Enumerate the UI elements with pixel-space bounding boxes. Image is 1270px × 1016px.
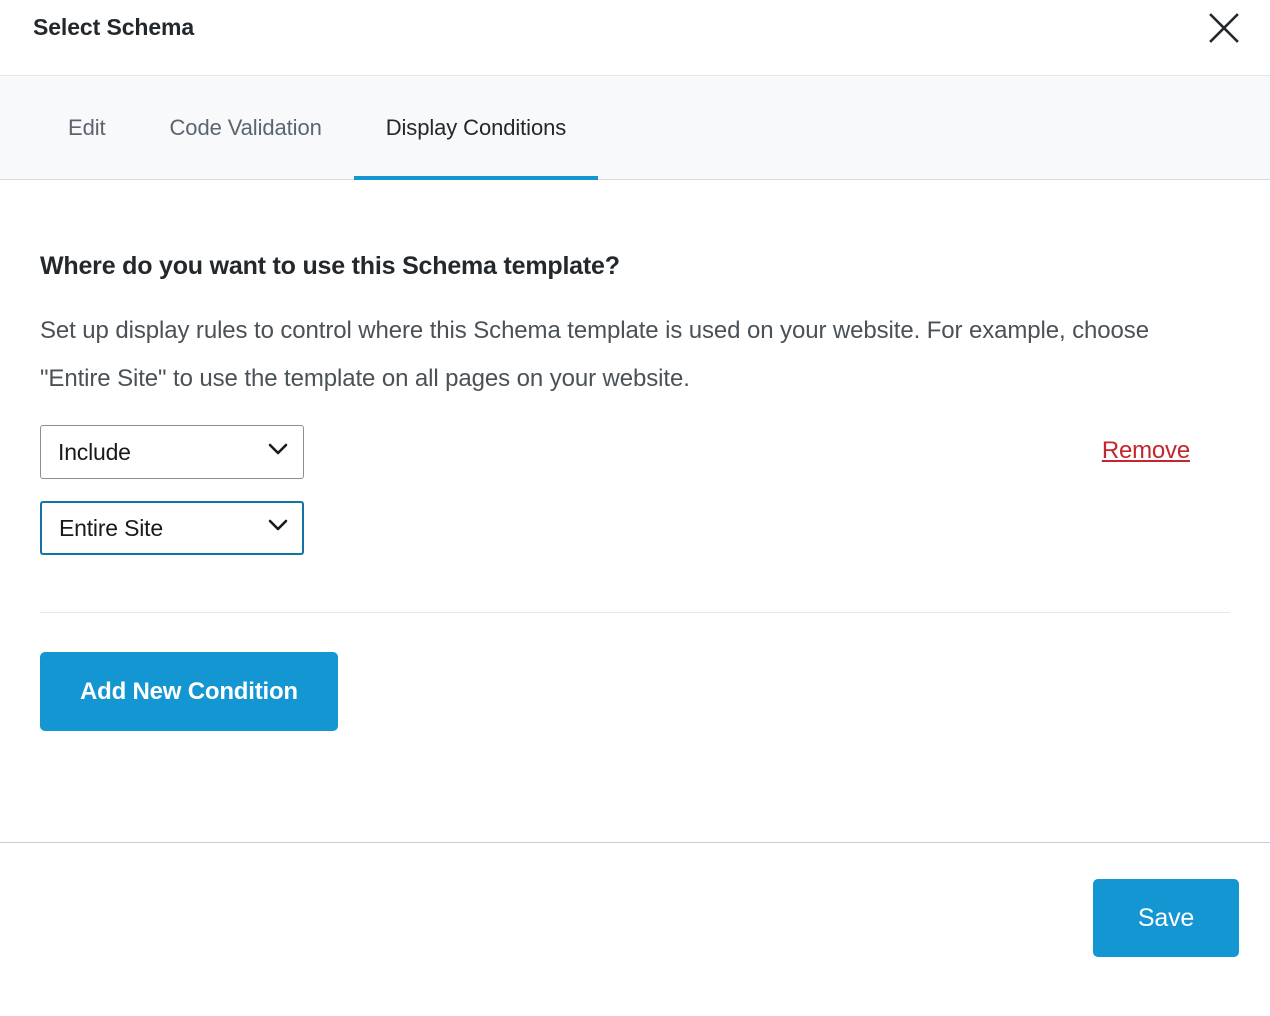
tab-label: Edit (68, 114, 106, 140)
add-new-condition-button[interactable]: Add New Condition (40, 652, 338, 731)
condition-selects: Include Entire Site (40, 425, 304, 555)
tab-label: Display Conditions (385, 114, 567, 140)
close-button[interactable] (1204, 8, 1244, 48)
section-description: Set up display rules to control where th… (40, 317, 1149, 392)
tab-edit[interactable]: Edit (36, 76, 138, 180)
save-button[interactable]: Save (1093, 879, 1239, 957)
modal-footer: Save (0, 842, 1270, 1016)
tab-label: Code Validation (169, 114, 322, 140)
close-icon (1207, 11, 1241, 45)
scope-select-wrapper[interactable]: Entire Site (40, 501, 304, 555)
condition-row: Include Entire Site Remove (40, 425, 1230, 577)
page-title: Select Schema (33, 14, 195, 40)
inclusion-select[interactable]: Include (40, 425, 304, 479)
condition-divider (40, 612, 1230, 613)
inclusion-select-wrapper[interactable]: Include (40, 425, 304, 479)
tab-bar: Edit Code Validation Display Conditions (0, 76, 1270, 181)
section-heading: Where do you want to use this Schema tem… (40, 252, 620, 280)
tab-code-validation[interactable]: Code Validation (138, 76, 354, 180)
modal-body: Where do you want to use this Schema tem… (0, 180, 1270, 842)
remove-condition-link[interactable]: Remove (1102, 437, 1190, 465)
select-schema-modal: Select Schema Edit Code Validation Displ… (0, 0, 1270, 1016)
scope-select[interactable]: Entire Site (40, 501, 304, 555)
modal-header: Select Schema (0, 0, 1270, 76)
tab-display-conditions[interactable]: Display Conditions (353, 76, 599, 181)
